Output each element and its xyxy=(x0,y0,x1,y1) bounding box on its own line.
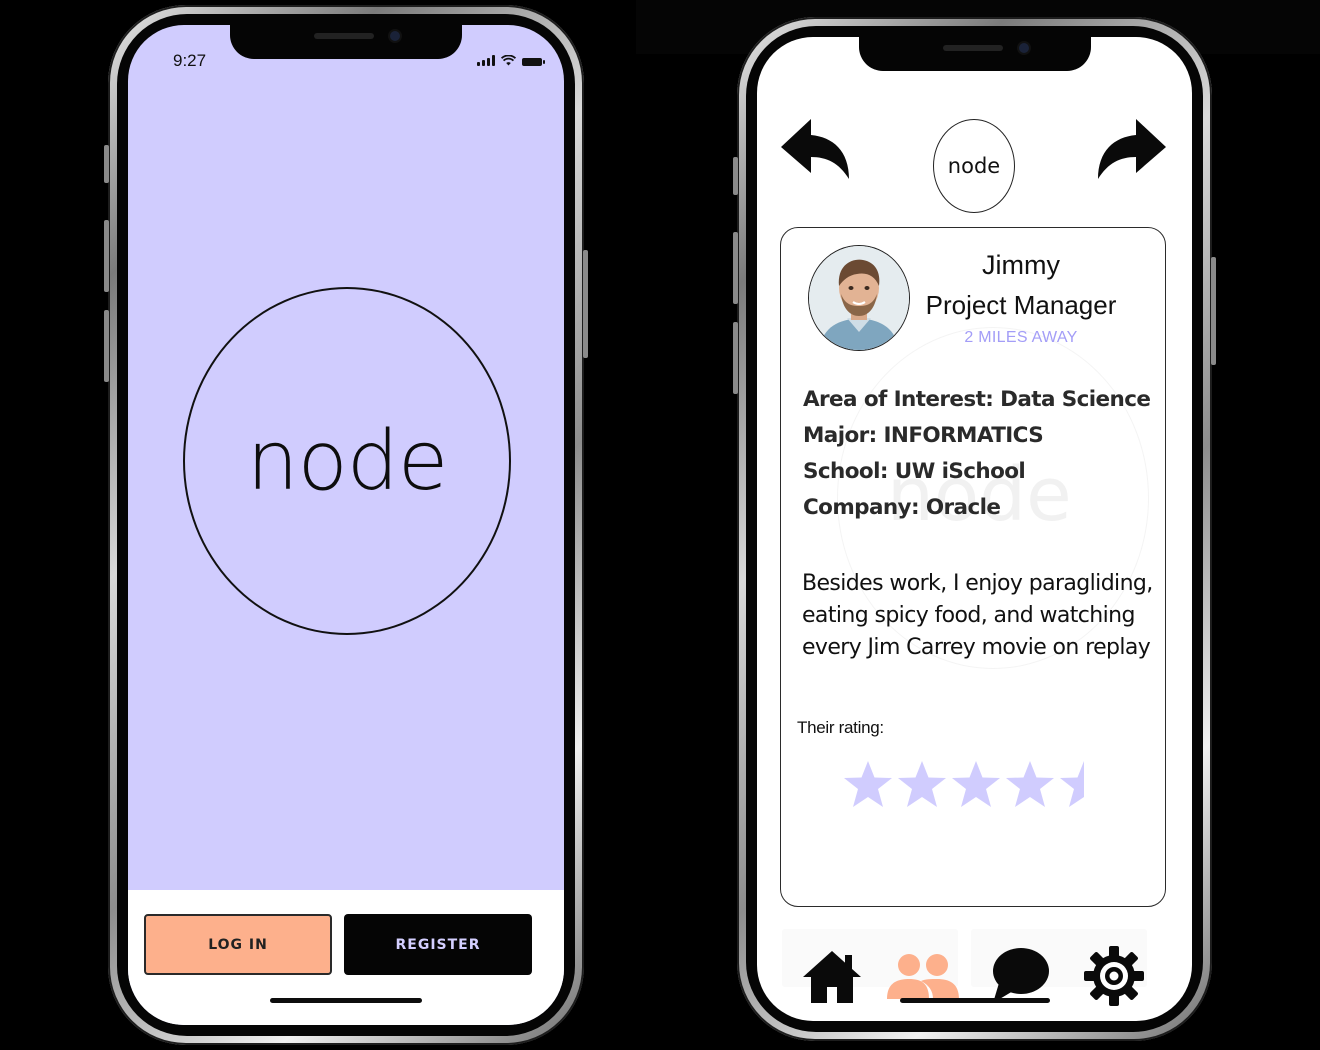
header-logo[interactable]: node xyxy=(933,119,1015,213)
notch xyxy=(230,25,462,59)
rating-label: Their rating: xyxy=(797,718,884,737)
star-full-icon xyxy=(1006,761,1054,807)
status-time: 9:27 xyxy=(173,51,207,70)
power-button xyxy=(1211,257,1216,365)
mute-switch xyxy=(733,157,738,195)
profile-phone: node node Jimmy Project Manager 2 MILES … xyxy=(733,17,1216,1041)
wifi-icon xyxy=(501,55,516,66)
status-icons xyxy=(477,55,545,66)
volume-up-button xyxy=(104,220,109,292)
home-indicator xyxy=(899,998,1050,1003)
profile-role: Project Manager xyxy=(925,290,1117,320)
volume-down-button xyxy=(733,322,738,394)
fact-area-of-interest: Area of Interest: Data Science xyxy=(803,387,1151,412)
welcome-phone: 9:27 node LOG IN REGISTER xyxy=(104,5,588,1045)
rating-stars xyxy=(843,758,1109,810)
auth-panel: LOG IN REGISTER xyxy=(128,890,564,1025)
camera xyxy=(390,31,400,41)
fact-major: Major: INFORMATICS xyxy=(803,423,1044,448)
profile-name: Jimmy xyxy=(982,250,1060,280)
speaker xyxy=(942,45,1003,51)
fact-company: Company: Oracle xyxy=(803,495,1001,520)
star-full-icon xyxy=(898,761,946,807)
welcome-screen: 9:27 node LOG IN REGISTER xyxy=(128,25,564,1025)
home-icon[interactable] xyxy=(801,945,863,1007)
speaker xyxy=(314,33,374,39)
profile-screen: node node Jimmy Project Manager 2 MILES … xyxy=(757,37,1192,1021)
header-logo-text: node xyxy=(947,154,1001,178)
mute-switch xyxy=(104,145,109,183)
star-full-icon xyxy=(952,761,1000,807)
fact-school: School: UW iSchool xyxy=(803,459,1026,484)
avatar-photo xyxy=(809,246,909,350)
star-full-icon xyxy=(844,761,892,807)
gear-icon[interactable] xyxy=(1083,945,1145,1007)
avatar xyxy=(808,245,910,351)
battery-icon xyxy=(522,58,545,66)
logo-circle: node xyxy=(183,287,511,635)
home-indicator xyxy=(270,998,422,1003)
distance-label: 2 MILES AWAY xyxy=(964,329,1078,346)
login-button[interactable]: LOG IN xyxy=(144,914,332,975)
profile-card: Jimmy Project Manager 2 MILES AWAY Area … xyxy=(780,227,1166,907)
power-button xyxy=(583,250,588,358)
volume-down-button xyxy=(104,310,109,382)
camera xyxy=(1018,43,1029,53)
register-button[interactable]: REGISTER xyxy=(344,914,532,975)
notch xyxy=(858,37,1091,71)
volume-up-button xyxy=(733,232,738,304)
profile-bio: Besides work, I enjoy paragliding, eatin… xyxy=(802,571,1153,660)
back-arrow-icon[interactable] xyxy=(781,117,855,181)
tab-bar xyxy=(757,917,1192,1017)
profile-facts: Area of Interest: Data Science Major: IN… xyxy=(803,382,1151,526)
signal-icon xyxy=(477,55,495,66)
forward-arrow-icon[interactable] xyxy=(1092,117,1166,181)
logo-text: node xyxy=(246,413,449,509)
star-half-icon xyxy=(1060,761,1084,807)
